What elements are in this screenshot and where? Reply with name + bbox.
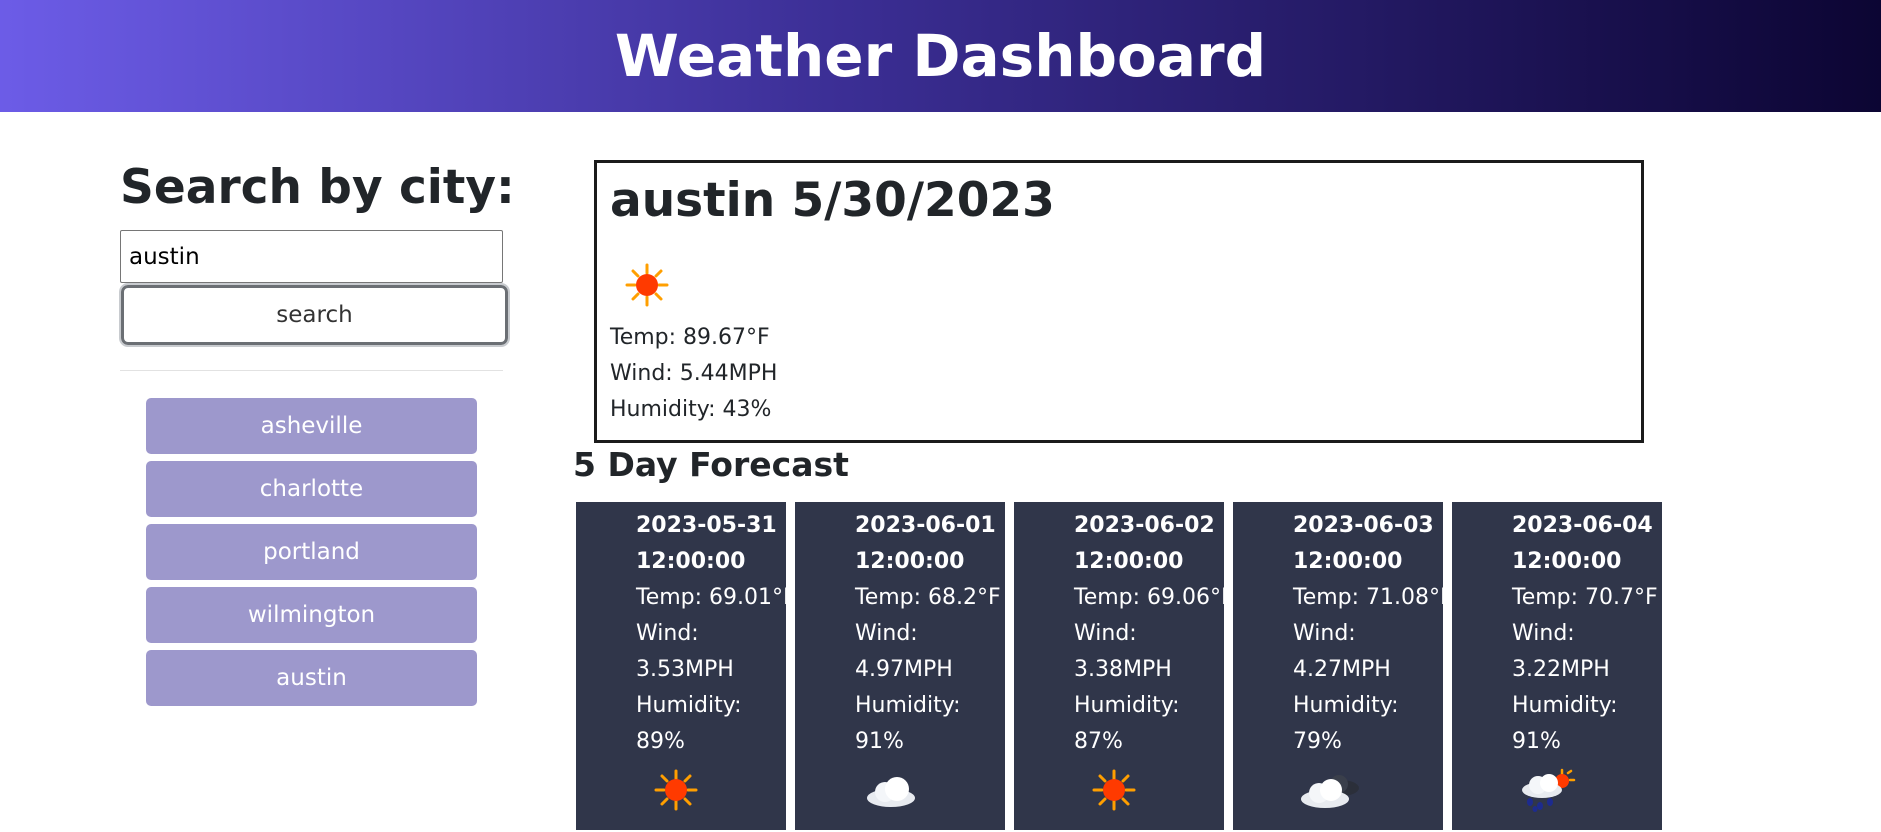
forecast-card: 2023-06-02 12:00:00 Temp: 69.06°F Wind: … xyxy=(1014,502,1234,830)
current-humidity: Humidity: 43% xyxy=(610,397,772,422)
forecast-temp: Temp: 70.7°F xyxy=(1512,585,1658,610)
forecast-humidity-label: Humidity: xyxy=(855,693,961,718)
page-header: Weather Dashboard xyxy=(0,0,1881,112)
forecast-humidity-label: Humidity: xyxy=(1512,693,1618,718)
sun-icon xyxy=(654,769,698,811)
forecast-card: 2023-06-01 12:00:00 Temp: 68.2°F Wind: 4… xyxy=(795,502,1005,830)
search-button[interactable]: search xyxy=(119,283,510,347)
forecast-card: 2023-06-03 12:00:00 Temp: 71.08°F Wind: … xyxy=(1233,502,1453,830)
forecast-card: 2023-06-04 12:00:00 Temp: 70.7°F Wind: 3… xyxy=(1452,502,1662,830)
forecast-wind: 3.38MPH xyxy=(1074,657,1172,682)
rain-sun-icon xyxy=(1522,768,1576,812)
forecast-heading: 5 Day Forecast xyxy=(573,445,849,484)
forecast-temp: Temp: 71.08°F xyxy=(1293,585,1453,610)
forecast-wind-label: Wind: xyxy=(1512,621,1575,646)
forecast-wind: 3.53MPH xyxy=(636,657,734,682)
forecast-humidity-label: Humidity: xyxy=(1074,693,1180,718)
forecast-humidity: 91% xyxy=(855,729,904,754)
history-city-button[interactable]: austin xyxy=(146,650,477,706)
forecast-date: 2023-06-02 12:00:00 xyxy=(1074,513,1215,574)
forecast-date: 2023-06-04 12:00:00 xyxy=(1512,513,1653,574)
forecast-wind: 4.27MPH xyxy=(1293,657,1391,682)
sun-icon xyxy=(625,263,669,307)
history-city-button[interactable]: asheville xyxy=(146,398,477,454)
forecast-temp: Temp: 69.01°F xyxy=(636,585,796,610)
search-history-list: asheville charlotte portland wilmington … xyxy=(146,398,477,713)
forecast-humidity: 79% xyxy=(1293,729,1342,754)
sun-icon xyxy=(1092,769,1136,811)
dark-clouds-icon xyxy=(1301,775,1359,808)
forecast-wind: 3.22MPH xyxy=(1512,657,1610,682)
forecast-temp: Temp: 69.06°F xyxy=(1074,585,1234,610)
forecast-temp: Temp: 68.2°F xyxy=(855,585,1001,610)
current-weather-panel: austin 5/30/2023 Temp: 89.67°F Wind: 5.4… xyxy=(594,160,1644,443)
current-city-date: austin 5/30/2023 xyxy=(610,173,1055,228)
page-title: Weather Dashboard xyxy=(614,22,1267,90)
forecast-date: 2023-06-01 12:00:00 xyxy=(855,513,996,574)
cloud-icon xyxy=(867,777,915,807)
divider xyxy=(120,370,503,371)
forecast-humidity: 87% xyxy=(1074,729,1123,754)
forecast-wind: 4.97MPH xyxy=(855,657,953,682)
forecast-card: 2023-05-31 12:00:00 Temp: 69.01°F Wind: … xyxy=(576,502,796,830)
forecast-humidity-label: Humidity: xyxy=(636,693,742,718)
search-heading: Search by city: xyxy=(120,160,515,215)
forecast-date: 2023-05-31 12:00:00 xyxy=(636,513,777,574)
forecast-humidity: 91% xyxy=(1512,729,1561,754)
forecast-humidity: 89% xyxy=(636,729,685,754)
current-temp: Temp: 89.67°F xyxy=(610,325,770,350)
forecast-wind-label: Wind: xyxy=(636,621,699,646)
history-city-button[interactable]: charlotte xyxy=(146,461,477,517)
forecast-list: 2023-05-31 12:00:00 Temp: 69.01°F Wind: … xyxy=(576,502,1662,830)
forecast-wind-label: Wind: xyxy=(855,621,918,646)
history-city-button[interactable]: portland xyxy=(146,524,477,580)
city-search-input[interactable] xyxy=(120,230,503,283)
forecast-wind-label: Wind: xyxy=(1293,621,1356,646)
current-wind: Wind: 5.44MPH xyxy=(610,361,778,386)
forecast-humidity-label: Humidity: xyxy=(1293,693,1399,718)
forecast-wind-label: Wind: xyxy=(1074,621,1137,646)
forecast-date: 2023-06-03 12:00:00 xyxy=(1293,513,1434,574)
history-city-button[interactable]: wilmington xyxy=(146,587,477,643)
